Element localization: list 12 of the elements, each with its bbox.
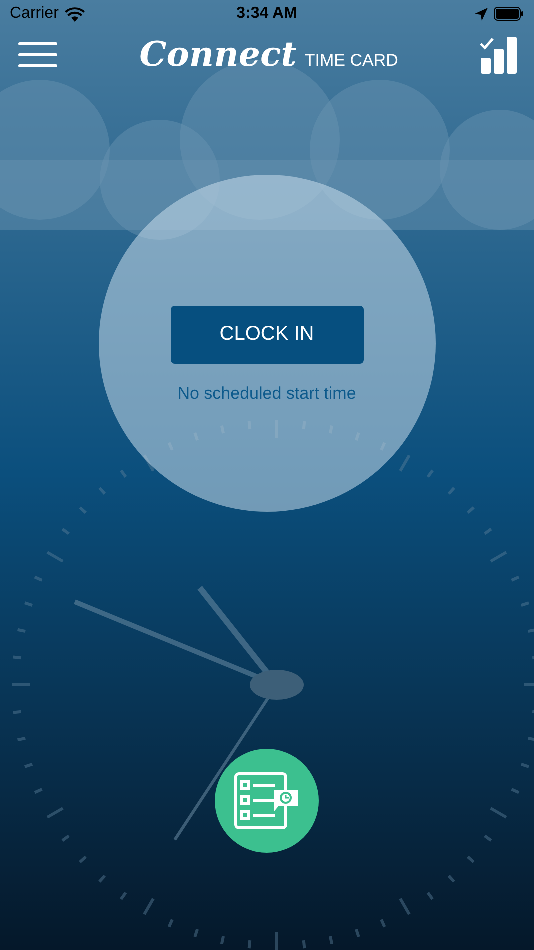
checklist-clock-icon	[234, 772, 300, 830]
schedule-note: No scheduled start time	[178, 384, 356, 404]
bar-chart-icon[interactable]	[480, 36, 518, 74]
menu-icon[interactable]	[18, 41, 58, 69]
battery-icon	[494, 7, 524, 21]
wifi-icon	[64, 6, 85, 22]
page-title: TIME CARD	[304, 51, 398, 71]
app-logo: Connect	[140, 35, 297, 75]
status-time: 3:34 AM	[236, 5, 298, 23]
location-icon	[474, 8, 488, 20]
carrier-name: Carrier	[10, 5, 59, 23]
clock-in-button[interactable]: CLOCK IN	[170, 306, 364, 364]
